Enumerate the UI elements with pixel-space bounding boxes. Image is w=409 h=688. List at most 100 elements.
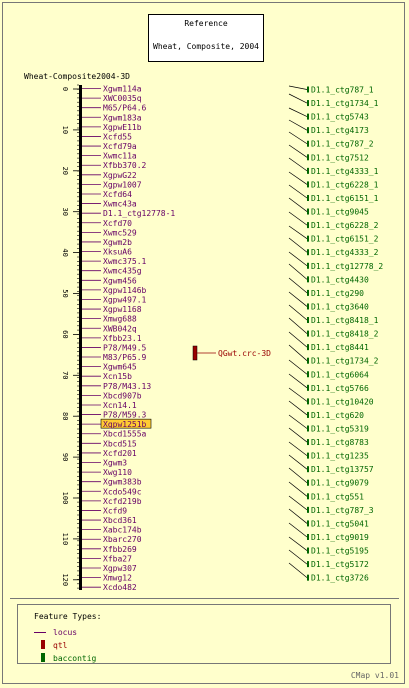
marker-label[interactable]: M83/P65.9: [103, 353, 147, 362]
marker-label[interactable]: XgpwG22: [103, 171, 137, 180]
marker-label[interactable]: P78/M43.13: [103, 382, 151, 391]
contig-label[interactable]: D1.1_ctg620: [311, 411, 364, 420]
marker-label[interactable]: Xwmc375.1: [103, 257, 147, 266]
contig-label[interactable]: D1.1_ctg4430: [311, 275, 369, 284]
marker-label[interactable]: XgpwE11b: [103, 123, 142, 132]
marker-label[interactable]: Xcdo482: [103, 583, 137, 592]
contig-label[interactable]: D1.1_ctg551: [311, 492, 364, 501]
contig-label[interactable]: D1.1_ctg8418_2: [311, 330, 379, 339]
marker-label[interactable]: M65/P64.6: [103, 104, 147, 113]
contig-connector: [288, 317, 308, 334]
contig-label[interactable]: D1.1_ctg1734_2: [311, 357, 379, 366]
marker-label[interactable]: Xmwg688: [103, 315, 137, 324]
contig-legend-icon: [41, 653, 45, 662]
contig-label[interactable]: D1.1_ctg4333_1: [311, 167, 379, 176]
marker-label[interactable]: Xcn15b: [103, 372, 132, 381]
marker-label[interactable]: Xgwm645: [103, 363, 137, 372]
marker-label[interactable]: P78/M59.3: [103, 411, 147, 420]
contig-label[interactable]: D1.1_ctg5319: [311, 425, 369, 434]
contig-label[interactable]: D1.1_ctg8783: [311, 438, 369, 447]
contig-label[interactable]: D1.1_ctg9079: [311, 479, 369, 488]
contig-label[interactable]: D1.1_ctg5172: [311, 560, 369, 569]
marker-label[interactable]: Xbcd361: [103, 516, 137, 525]
marker-label[interactable]: D1.1_ctg12778-1: [103, 209, 175, 218]
marker-label[interactable]: Xgwm383b: [103, 478, 142, 487]
contig-mark: [307, 520, 309, 527]
marker-label[interactable]: Xgpw1251b: [103, 420, 147, 429]
contig-label[interactable]: D1.1_ctg6151_2: [311, 235, 379, 244]
contig-label[interactable]: D1.1_ctg10420: [311, 397, 374, 406]
marker-label[interactable]: P78/M49.5: [103, 343, 147, 352]
marker-label[interactable]: Xbcd515: [103, 439, 137, 448]
marker-label[interactable]: Xcfd201: [103, 449, 137, 458]
contig-label[interactable]: D1.1_ctg4333_2: [311, 248, 379, 257]
contig-label[interactable]: D1.1_ctg5766: [311, 384, 369, 393]
marker-label[interactable]: Xgpw1168: [103, 305, 142, 314]
marker-label[interactable]: Xwmc529: [103, 228, 137, 237]
contig-label[interactable]: D1.1_ctg3640: [311, 302, 369, 311]
marker-label[interactable]: Xbcd1555a: [103, 430, 147, 439]
marker-label[interactable]: Xfbb269: [103, 545, 137, 554]
marker-label[interactable]: Xwmc43a: [103, 200, 137, 209]
marker-label[interactable]: Xwmc11a: [103, 152, 137, 161]
marker-label[interactable]: Xgwm456: [103, 276, 137, 285]
contig-label[interactable]: D1.1_ctg12778_2: [311, 262, 383, 271]
marker-label[interactable]: Xabc174b: [103, 526, 142, 535]
marker-label[interactable]: Xfba27: [103, 554, 132, 563]
contig-label[interactable]: D1.1_ctg3726: [311, 574, 369, 583]
qtl-label[interactable]: QGwt.crc-3D: [218, 349, 271, 358]
marker-label[interactable]: Xmwg12: [103, 574, 132, 583]
marker-label[interactable]: Xbcd907b: [103, 391, 142, 400]
contig-label[interactable]: D1.1_ctg13757: [311, 465, 374, 474]
marker-label[interactable]: Xgwm3: [103, 459, 127, 468]
contig-label[interactable]: D1.1_ctg787_3: [311, 506, 374, 515]
qtl-bar[interactable]: [192, 345, 198, 361]
contig-label[interactable]: D1.1_ctg9019: [311, 533, 369, 542]
marker-label[interactable]: Xcfd219b: [103, 497, 142, 506]
contig-label[interactable]: D1.1_ctg4173: [311, 126, 369, 135]
marker-label[interactable]: Xcdo549c: [103, 487, 142, 496]
contig-label[interactable]: D1.1_ctg1235: [311, 452, 369, 461]
marker-label[interactable]: Xwmc435g: [103, 267, 142, 276]
marker-label[interactable]: Xcfd70: [103, 219, 132, 228]
qtl-legend-icon: [41, 640, 45, 649]
marker-label[interactable]: Xbarc270: [103, 535, 142, 544]
version-label: CMap v1.01: [350, 671, 399, 680]
contig-connector: [288, 387, 308, 402]
contig-label[interactable]: D1.1_ctg1734_1: [311, 99, 379, 108]
marker-label[interactable]: XksuA6: [103, 248, 132, 257]
marker-label[interactable]: XWB042q: [103, 324, 137, 333]
contig-label[interactable]: D1.1_ctg6064: [311, 370, 369, 379]
marker-label[interactable]: Xgpw307: [103, 564, 137, 573]
marker-label[interactable]: Xgwm183a: [103, 113, 142, 122]
contig-label[interactable]: D1.1_ctg6151_1: [311, 194, 379, 203]
marker-label[interactable]: Xgpw1146b: [103, 286, 147, 295]
marker-label[interactable]: Xcfd79a: [103, 142, 137, 151]
contig-label[interactable]: D1.1_ctg8418_1: [311, 316, 379, 325]
marker-label[interactable]: Xfbb370.2: [103, 161, 147, 170]
marker-label[interactable]: Xcfd64: [103, 190, 132, 199]
chromosome-bar[interactable]: [79, 85, 82, 590]
contig-label[interactable]: D1.1_ctg8441: [311, 343, 369, 352]
marker-label[interactable]: Xcfd9: [103, 506, 127, 515]
contig-label[interactable]: D1.1_ctg5743: [311, 113, 369, 122]
marker-label[interactable]: Xgwm2b: [103, 238, 132, 247]
contig-label[interactable]: D1.1_ctg5041: [311, 519, 369, 528]
contig-label[interactable]: D1.1_ctg787_1: [311, 86, 374, 95]
marker-label[interactable]: Xgpw1007: [103, 180, 142, 189]
marker-label[interactable]: Xcfd55: [103, 132, 132, 141]
contig-label[interactable]: D1.1_ctg290: [311, 289, 364, 298]
contig-label[interactable]: D1.1_ctg6228_2: [311, 221, 379, 230]
contig-label[interactable]: D1.1_ctg6228_1: [311, 180, 379, 189]
contig-label[interactable]: D1.1_ctg9045: [311, 208, 369, 217]
contig-label[interactable]: D1.1_ctg7512: [311, 153, 369, 162]
contig-mark: [307, 411, 309, 418]
marker-label[interactable]: Xwg110: [103, 468, 132, 477]
contig-label[interactable]: D1.1_ctg787_2: [311, 140, 374, 149]
marker-label[interactable]: Xfbb23.1: [103, 334, 142, 343]
contig-label[interactable]: D1.1_ctg5195: [311, 547, 369, 556]
marker-label[interactable]: Xgpw497.1: [103, 295, 147, 304]
marker-label[interactable]: XWC0035q: [103, 94, 142, 103]
marker-label[interactable]: Xcn14.1: [103, 401, 137, 410]
marker-label[interactable]: Xgwm114a: [103, 85, 142, 94]
